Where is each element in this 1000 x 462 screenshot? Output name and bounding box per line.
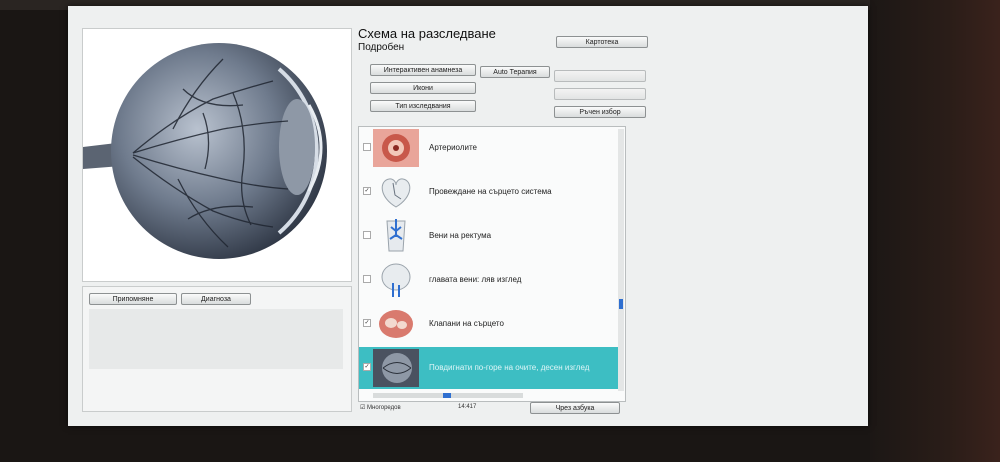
- page-subtitle: Подробен: [358, 42, 405, 53]
- item-label: главата вени: ляв изглед: [429, 275, 522, 284]
- scrollbar-thumb[interactable]: [619, 299, 623, 309]
- multi-select-checkbox[interactable]: ☑ Многоредов: [360, 404, 401, 411]
- left-panel: Припомняне Диагноза: [78, 24, 358, 416]
- icons-button[interactable]: Икони: [370, 82, 476, 94]
- list-item[interactable]: главата вени: ляв изглед: [359, 259, 619, 301]
- list-item[interactable]: Вени на ректума: [359, 215, 619, 257]
- item-label: Артериолите: [429, 143, 477, 152]
- list-item[interactable]: ✓ Клапани на сърцето: [359, 303, 619, 345]
- study-type-button[interactable]: Тип изследвания: [370, 100, 476, 112]
- list-item[interactable]: Артериолите: [359, 127, 619, 169]
- item-counter: 14:417: [458, 404, 477, 410]
- auto-therapy-button[interactable]: Auto Терапия: [480, 66, 550, 78]
- interactive-history-button[interactable]: Интерактивен анамнеза: [370, 64, 476, 76]
- details-box: Припомняне Диагноза: [82, 286, 352, 412]
- eye-illustration: [83, 43, 327, 259]
- scrollbar-thumb[interactable]: [443, 393, 451, 398]
- disabled-button-2: [554, 88, 646, 100]
- item-label: Повдигнати по-горе на очите, десен изгле…: [429, 363, 590, 372]
- artery-thumbnail-icon: [373, 129, 419, 167]
- item-checkbox[interactable]: ✓: [363, 319, 371, 327]
- list-scrollbar[interactable]: [618, 129, 624, 391]
- item-checkbox[interactable]: [363, 143, 371, 151]
- study-list[interactable]: Артериолите ✓ Провеждане на сърцето сист…: [358, 126, 626, 402]
- catalog-button[interactable]: Картотека: [556, 36, 648, 48]
- background-wall: [870, 0, 1000, 462]
- heart-conduction-thumbnail-icon: [381, 178, 411, 208]
- reminder-button[interactable]: Припомняне: [89, 293, 177, 305]
- item-checkbox[interactable]: [363, 231, 371, 239]
- list-item[interactable]: ✓ Провеждане на сърцето система: [359, 171, 619, 213]
- rectal-veins-thumbnail-icon: [386, 219, 406, 252]
- horizontal-scrollbar[interactable]: [373, 393, 523, 398]
- item-checkbox[interactable]: ✓: [363, 363, 371, 371]
- app-window: Припомняне Диагноза Схема на разследване…: [68, 6, 868, 426]
- alphabet-button[interactable]: Чрез азбука: [530, 402, 620, 414]
- eye-thumbnail-icon: [373, 349, 419, 387]
- manual-select-button[interactable]: Ръчен избор: [554, 106, 646, 118]
- head-veins-thumbnail-icon: [381, 263, 411, 297]
- heart-valves-thumbnail-icon: [379, 310, 413, 338]
- list-item-selected[interactable]: ✓ Повдигнати по-горе на очите, десен изг…: [359, 347, 619, 389]
- diagnosis-button[interactable]: Диагноза: [181, 293, 251, 305]
- notes-area[interactable]: [89, 309, 343, 369]
- disabled-button-1: [554, 70, 646, 82]
- item-label: Вени на ректума: [429, 231, 492, 240]
- item-label: Клапани на сърцето: [429, 319, 504, 328]
- multi-select-label: Многоредов: [367, 405, 401, 411]
- item-checkbox[interactable]: ✓: [363, 187, 371, 195]
- list-footer: ☑ Многоредов 14:417 Чрез азбука: [360, 402, 624, 416]
- item-label: Провеждане на сърцето система: [429, 187, 552, 196]
- page-title: Схема на разследване: [358, 26, 496, 41]
- anatomy-image: [82, 28, 352, 282]
- item-checkbox[interactable]: [363, 275, 371, 283]
